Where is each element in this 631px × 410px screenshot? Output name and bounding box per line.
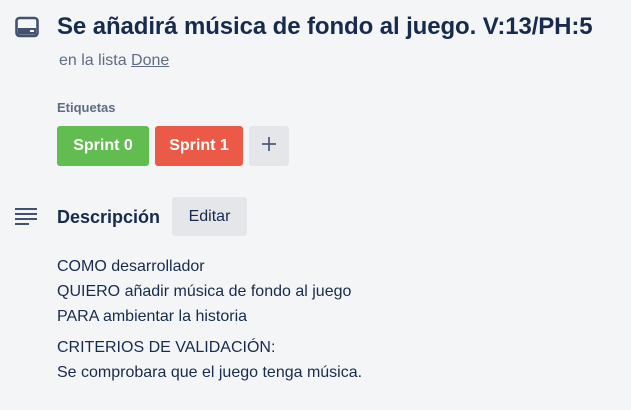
list-link[interactable]: Done: [131, 52, 169, 69]
description-heading: Descripción: [57, 207, 161, 227]
list-info: en la lista Done: [59, 51, 169, 71]
description-line: CRITERIOS DE VALIDACIÓN:: [57, 339, 276, 356]
description-line: Se comprobara que el juego tenga música.: [57, 364, 363, 381]
add-label-button[interactable]: [249, 126, 289, 166]
plus-icon: [261, 136, 277, 157]
card-icon: [15, 16, 39, 38]
description-line: PARA ambientar la historia: [57, 308, 248, 325]
card-title[interactable]: Se añadirá música de fondo al juego. V:1…: [57, 11, 593, 43]
card-detail: Se añadirá música de fondo al juego. V:1…: [0, 0, 631, 410]
edit-description-button[interactable]: Editar: [172, 197, 247, 236]
description-lines-icon: [15, 207, 37, 225]
description-paragraph: CRITERIOS DE VALIDACIÓN: Se comprobara q…: [57, 335, 362, 385]
labels-list: Sprint 0 Sprint 1: [57, 126, 289, 166]
label-sprint-1[interactable]: Sprint 1: [155, 126, 243, 166]
description-line: QUIERO añadir música de fondo al juego: [57, 283, 352, 300]
description-paragraph: COMO desarrollador QUIERO añadir música …: [57, 254, 362, 329]
labels-heading: Etiquetas: [57, 100, 116, 115]
description-line: COMO desarrollador: [57, 258, 205, 275]
label-sprint-0[interactable]: Sprint 0: [57, 126, 149, 166]
list-info-prefix: en la lista: [59, 52, 132, 69]
description-body[interactable]: COMO desarrollador QUIERO añadir música …: [57, 254, 362, 391]
